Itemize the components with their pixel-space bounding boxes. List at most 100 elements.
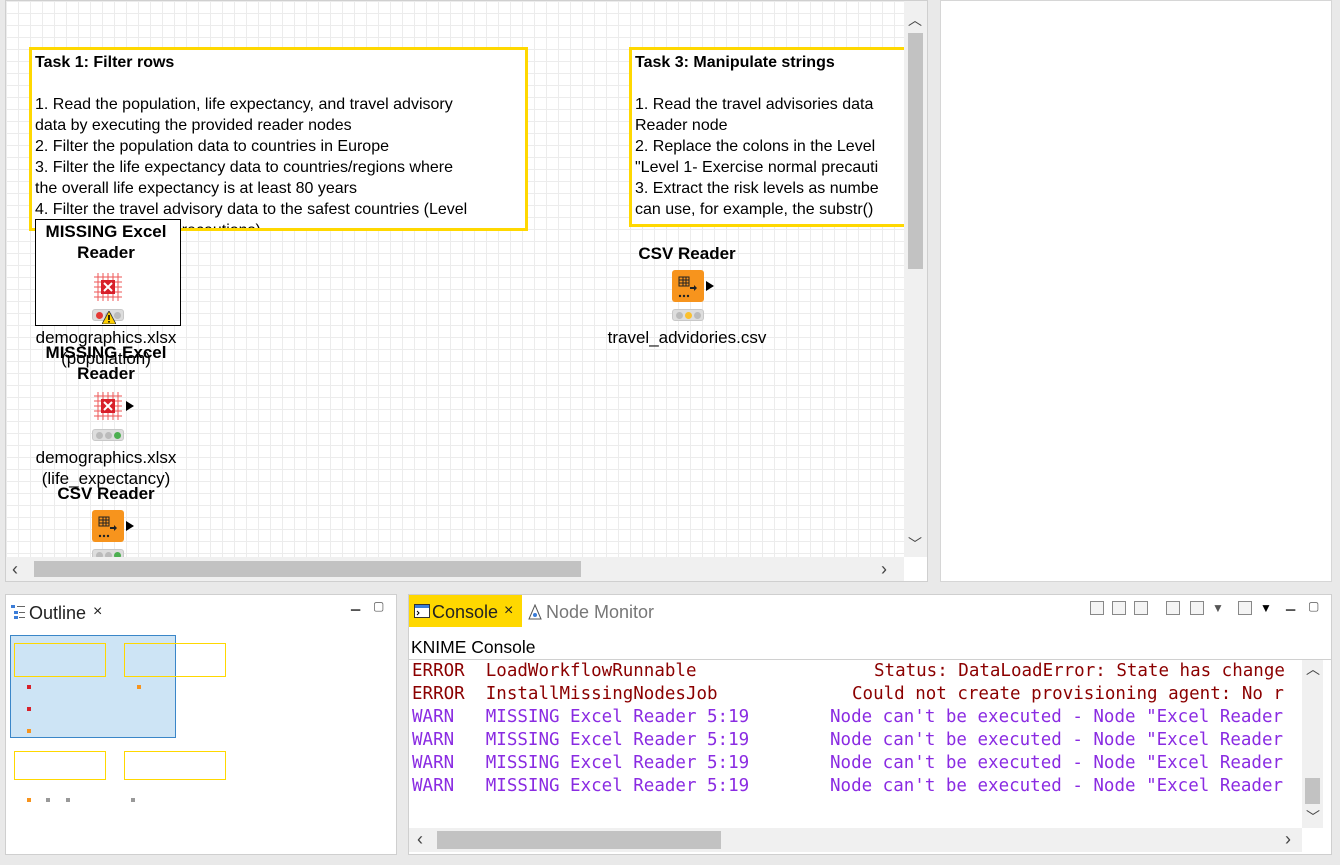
editor-horizontal-scrollbar[interactable]: ‹ › — [6, 557, 904, 581]
scrollbar-thumb[interactable] — [908, 33, 923, 269]
node-title: CSV Reader — [57, 484, 155, 503]
csv-reader-icon[interactable] — [672, 270, 704, 302]
output-port[interactable] — [706, 281, 714, 291]
annotation-line: 4. Filter the travel advisory data to th… — [35, 201, 468, 218]
tab-console[interactable]: Console × — [409, 595, 522, 627]
outline-node — [131, 798, 135, 802]
scrollbar-thumb[interactable] — [437, 831, 721, 849]
log-line: ERROR InstallMissingNodesJob Could not cr… — [412, 683, 1284, 706]
annotation-line: 3. Filter the life expectancy data to co… — [35, 159, 453, 176]
maximize-icon[interactable]: ▢ — [373, 599, 384, 613]
log-source: MISSING Excel Reader 5:19 — [485, 776, 750, 796]
tab-outline[interactable]: Outline — [29, 602, 86, 624]
red-grid-x-icon[interactable] — [92, 390, 124, 422]
outline-icon — [11, 605, 25, 619]
annotation-line: 1. Read the travel advisories data — [635, 96, 874, 113]
log-message: Node can't be executed - Node "Excel Rea… — [830, 753, 1284, 773]
close-icon[interactable]: × — [93, 601, 102, 623]
annotation-line: "Level 1- Exercise normal precauti — [635, 159, 879, 176]
scroll-up-icon[interactable]: ︿ — [908, 13, 922, 27]
annotation-line: 3. Extract the risk levels as numbe — [635, 180, 879, 197]
outline-view: Outline × ▁ ▢ — [5, 594, 397, 855]
outline-annotation — [124, 643, 226, 677]
log-level: ERROR — [412, 684, 465, 704]
node-title-line: MISSING Excel — [45, 222, 167, 241]
maximize-icon[interactable]: ▢ — [1308, 599, 1319, 613]
tab-node-monitor[interactable]: Node Monitor — [546, 601, 654, 623]
outline-node — [137, 685, 141, 689]
log-message: Node can't be executed - Node "Excel Rea… — [830, 707, 1284, 727]
scroll-right-icon[interactable]: › — [1285, 830, 1291, 848]
scroll-left-icon[interactable]: ‹ — [12, 560, 18, 578]
log-source: InstallMissingNodesJob — [485, 684, 718, 704]
clear-console-icon[interactable] — [1090, 601, 1104, 615]
annotation-title: Task 1: Filter rows — [35, 54, 175, 71]
pin-console-icon[interactable] — [1166, 601, 1180, 615]
node-status-traffic-light — [672, 309, 704, 321]
output-port[interactable] — [126, 521, 134, 531]
console-output[interactable]: ERROR LoadWorkflowRunnable Status: DataLo… — [409, 660, 1302, 828]
annotation-line: can use, for example, the substr() — [635, 201, 874, 218]
open-console-icon[interactable] — [1238, 601, 1252, 615]
tab-underline — [6, 624, 116, 626]
node-title: CSV Reader — [638, 244, 736, 263]
scroll-down-icon[interactable]: ﹀ — [908, 537, 922, 551]
workflow-canvas[interactable]: Task 1: Filter rows 1. Read the populati… — [6, 1, 904, 557]
log-level: WARN — [412, 730, 455, 750]
node-status-traffic-light — [92, 429, 124, 441]
editor-vertical-scrollbar[interactable]: ︿ ﹀ — [904, 1, 927, 557]
scroll-up-icon[interactable]: ︿ — [1306, 662, 1320, 676]
annotation-line: data by executing the provided reader no… — [35, 117, 352, 134]
display-console-icon[interactable] — [1190, 601, 1204, 615]
scroll-lock-icon[interactable] — [1112, 601, 1126, 615]
word-wrap-icon[interactable] — [1134, 601, 1148, 615]
console-icon — [414, 604, 430, 618]
scrollbar-thumb[interactable] — [34, 561, 581, 577]
console-view: Console × Node Monitor ▼ ▼ ▁ ▢ KNIME Con… — [408, 594, 1332, 855]
log-source: LoadWorkflowRunnable — [485, 661, 697, 681]
log-line: WARN MISSING Excel Reader 5:19 Node can't… — [412, 775, 1283, 798]
console-vertical-scrollbar[interactable]: ︿ ﹀ — [1302, 660, 1323, 828]
log-message: Could not create provisioning agent: No … — [852, 684, 1284, 704]
log-level: WARN — [412, 707, 455, 727]
outline-annotation — [124, 751, 226, 780]
annotation-task-3[interactable]: Task 3: Manipulate strings 1. Read the t… — [629, 47, 904, 227]
log-source: MISSING Excel Reader 5:19 — [485, 707, 750, 727]
console-horizontal-scrollbar[interactable]: ‹ › — [409, 828, 1302, 852]
scroll-left-icon[interactable]: ‹ — [417, 830, 423, 848]
log-level: WARN — [412, 753, 455, 773]
node-title: MISSING Excel Reader — [31, 342, 181, 384]
annotation-line: 2. Filter the population data to countri… — [35, 138, 389, 155]
node-title: MISSING Excel Reader — [31, 221, 181, 263]
log-line: WARN MISSING Excel Reader 5:19 Node can't… — [412, 706, 1283, 729]
outline-annotation — [14, 751, 106, 780]
node-label[interactable]: travel_advidories.csv — [592, 327, 782, 348]
log-line: WARN MISSING Excel Reader 5:19 Node can't… — [412, 752, 1283, 775]
scroll-right-icon[interactable]: › — [881, 560, 887, 578]
node-status-traffic-light — [92, 549, 124, 557]
scrollbar-thumb[interactable] — [1305, 778, 1320, 804]
log-message: Node can't be executed - Node "Excel Rea… — [830, 730, 1284, 750]
csv-reader-icon[interactable] — [92, 510, 124, 542]
node-label-line: demographics.xlsx — [35, 448, 177, 467]
annotation-line: Reader node — [635, 117, 728, 134]
node-title-line: Reader — [77, 364, 135, 383]
close-icon[interactable]: × — [504, 600, 513, 622]
outline-node — [27, 729, 31, 733]
console-header: KNIME Console — [411, 637, 536, 657]
node-title-line: MISSING Excel — [45, 343, 167, 362]
red-grid-x-icon[interactable] — [92, 271, 124, 303]
log-level: ERROR — [412, 661, 465, 681]
scroll-down-icon[interactable]: ﹀ — [1306, 810, 1320, 824]
chevron-down-icon[interactable]: ▼ — [1260, 601, 1272, 615]
workflow-editor[interactable]: Task 1: Filter rows 1. Read the populati… — [5, 0, 928, 582]
annotation-title: Task 3: Manipulate strings — [635, 54, 835, 71]
output-port[interactable] — [126, 401, 134, 411]
minimize-icon[interactable]: ▁ — [351, 597, 360, 611]
chevron-down-icon[interactable]: ▼ — [1212, 601, 1224, 615]
log-message: Status: DataLoadError: State has change — [874, 661, 1285, 681]
node-title-line: Reader — [77, 243, 135, 262]
minimize-icon[interactable]: ▁ — [1286, 597, 1295, 611]
annotation-line: 1. Read the population, life expectancy,… — [35, 96, 453, 113]
annotation-task-1[interactable]: Task 1: Filter rows 1. Read the populati… — [29, 47, 528, 231]
